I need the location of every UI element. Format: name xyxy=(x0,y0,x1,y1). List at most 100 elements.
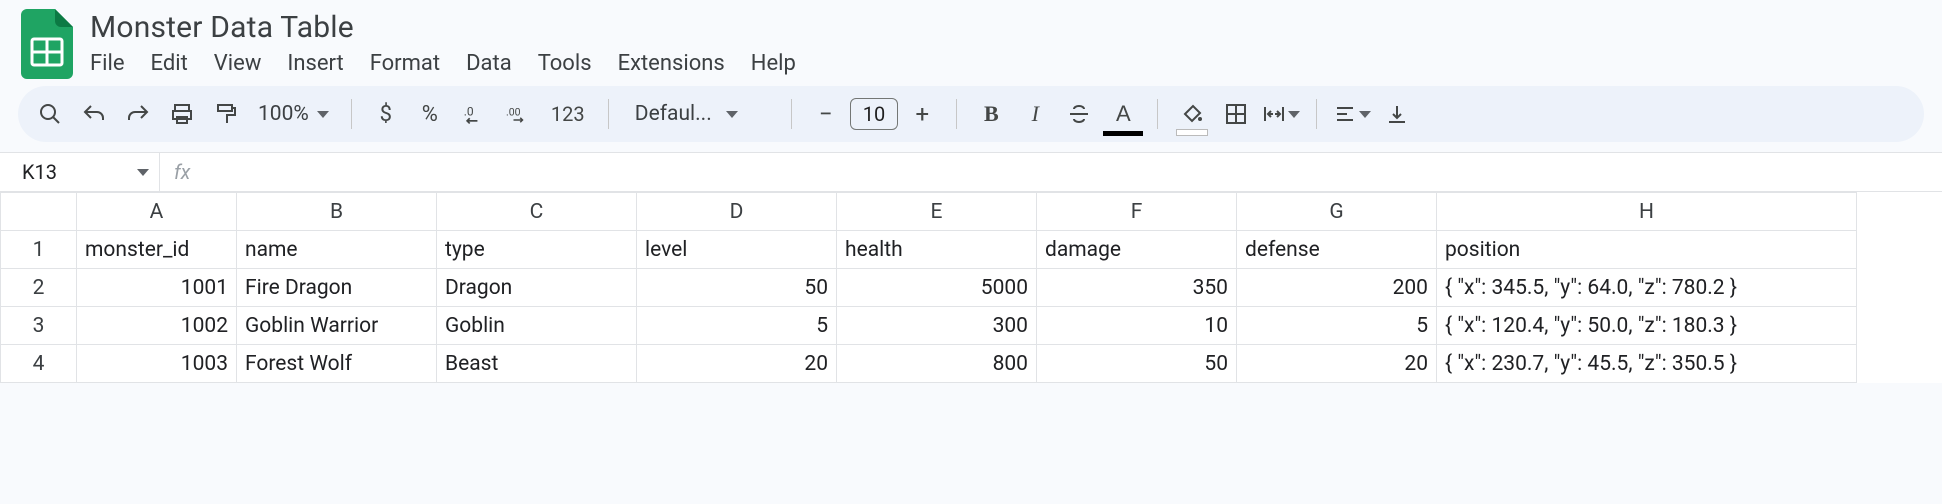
table-row: 4 1003 Forest Wolf Beast 20 800 50 20 { … xyxy=(1,345,1857,383)
col-header-H[interactable]: H xyxy=(1437,193,1857,231)
column-header-row: A B C D E F G H xyxy=(1,193,1857,231)
cell[interactable]: Beast xyxy=(437,345,637,383)
table-row: 1 monster_id name type level health dama… xyxy=(1,231,1857,269)
borders-button[interactable] xyxy=(1218,96,1254,132)
decrease-font-size-button[interactable]: − xyxy=(808,96,844,132)
cell[interactable]: Dragon xyxy=(437,269,637,307)
print-button[interactable] xyxy=(164,96,200,132)
app-logo[interactable] xyxy=(18,8,76,80)
row-header[interactable]: 2 xyxy=(1,269,77,307)
merge-cells-button[interactable] xyxy=(1262,96,1300,132)
strikethrough-button[interactable] xyxy=(1061,96,1097,132)
col-header-C[interactable]: C xyxy=(437,193,637,231)
table-row: 3 1002 Goblin Warrior Goblin 5 300 10 5 … xyxy=(1,307,1857,345)
menu-format[interactable]: Format xyxy=(370,51,440,76)
increase-decimal-icon: .00 xyxy=(506,102,530,126)
cell-reference: K13 xyxy=(22,160,57,184)
menu-insert[interactable]: Insert xyxy=(287,51,343,76)
col-header-F[interactable]: F xyxy=(1037,193,1237,231)
cell[interactable]: { "x": 120.4, "y": 50.0, "z": 180.3 } xyxy=(1437,307,1857,345)
cell[interactable]: health xyxy=(837,231,1037,269)
cell[interactable]: defense xyxy=(1237,231,1437,269)
increase-decimal-button[interactable]: .00 xyxy=(500,96,536,132)
cell[interactable]: 1002 xyxy=(77,307,237,345)
cell[interactable]: damage xyxy=(1037,231,1237,269)
menu-file[interactable]: File xyxy=(90,51,125,76)
cell[interactable]: 5 xyxy=(637,307,837,345)
cell[interactable]: 50 xyxy=(1037,345,1237,383)
horizontal-align-button[interactable] xyxy=(1333,96,1371,132)
search-button[interactable] xyxy=(32,96,68,132)
strikethrough-icon xyxy=(1067,102,1091,126)
font-select[interactable]: Defaul... xyxy=(625,102,775,126)
cell[interactable]: 800 xyxy=(837,345,1037,383)
cell[interactable]: 200 xyxy=(1237,269,1437,307)
cell[interactable]: level xyxy=(637,231,837,269)
col-header-D[interactable]: D xyxy=(637,193,837,231)
row-header[interactable]: 4 xyxy=(1,345,77,383)
cell[interactable]: position xyxy=(1437,231,1857,269)
chevron-down-icon xyxy=(726,111,738,118)
cell[interactable]: 50 xyxy=(637,269,837,307)
cell[interactable]: { "x": 345.5, "y": 64.0, "z": 780.2 } xyxy=(1437,269,1857,307)
decrease-decimal-button[interactable]: .0 xyxy=(456,96,492,132)
col-header-A[interactable]: A xyxy=(77,193,237,231)
cell[interactable]: 5 xyxy=(1237,307,1437,345)
cell[interactable]: 300 xyxy=(837,307,1037,345)
cell[interactable]: Forest Wolf xyxy=(237,345,437,383)
col-header-B[interactable]: B xyxy=(237,193,437,231)
zoom-select[interactable]: 100% xyxy=(252,102,335,126)
cell[interactable]: monster_id xyxy=(77,231,237,269)
document-title[interactable]: Monster Data Table xyxy=(90,8,796,45)
menu-extensions[interactable]: Extensions xyxy=(618,51,725,76)
fill-color-button[interactable] xyxy=(1174,96,1210,132)
redo-button[interactable] xyxy=(120,96,156,132)
col-header-E[interactable]: E xyxy=(837,193,1037,231)
row-header[interactable]: 1 xyxy=(1,231,77,269)
chevron-down-icon xyxy=(1359,111,1371,118)
text-color-button[interactable]: A xyxy=(1105,96,1141,132)
undo-button[interactable] xyxy=(76,96,112,132)
name-box[interactable]: K13 xyxy=(0,153,160,191)
menu-edit[interactable]: Edit xyxy=(151,51,188,76)
cell[interactable]: type xyxy=(437,231,637,269)
cell[interactable]: 10 xyxy=(1037,307,1237,345)
increase-font-size-button[interactable]: + xyxy=(904,96,940,132)
divider xyxy=(1316,99,1317,129)
cell[interactable]: 1003 xyxy=(77,345,237,383)
cell[interactable]: 20 xyxy=(637,345,837,383)
cell[interactable]: Goblin xyxy=(437,307,637,345)
cell[interactable]: 1001 xyxy=(77,269,237,307)
font-size-input[interactable]: 10 xyxy=(850,98,898,130)
divider xyxy=(351,99,352,129)
row-header[interactable]: 3 xyxy=(1,307,77,345)
cell[interactable]: 350 xyxy=(1037,269,1237,307)
chevron-down-icon xyxy=(1288,111,1300,118)
menu-tools[interactable]: Tools xyxy=(538,51,592,76)
cell[interactable]: name xyxy=(237,231,437,269)
col-header-G[interactable]: G xyxy=(1237,193,1437,231)
currency-button[interactable]: $ xyxy=(368,96,404,132)
bold-button[interactable]: B xyxy=(973,96,1009,132)
spreadsheet-grid[interactable]: A B C D E F G H 1 monster_id name type l… xyxy=(0,192,1942,383)
paint-format-button[interactable] xyxy=(208,96,244,132)
select-all-corner[interactable] xyxy=(1,193,77,231)
font-size-group: − 10 + xyxy=(808,96,940,132)
menu-help[interactable]: Help xyxy=(751,51,796,76)
cell[interactable]: Fire Dragon xyxy=(237,269,437,307)
cell[interactable]: 5000 xyxy=(837,269,1037,307)
menu-view[interactable]: View xyxy=(214,51,262,76)
search-icon xyxy=(38,102,62,126)
formula-input[interactable] xyxy=(200,160,1800,185)
cell[interactable]: { "x": 230.7, "y": 45.5, "z": 350.5 } xyxy=(1437,345,1857,383)
divider xyxy=(608,99,609,129)
vertical-align-button[interactable] xyxy=(1379,96,1415,132)
cell[interactable]: Goblin Warrior xyxy=(237,307,437,345)
cell[interactable]: 20 xyxy=(1237,345,1437,383)
chevron-down-icon xyxy=(137,169,149,176)
italic-button[interactable]: I xyxy=(1017,96,1053,132)
menu-data[interactable]: Data xyxy=(466,51,512,76)
number-format-button[interactable]: 123 xyxy=(544,96,592,132)
divider xyxy=(791,99,792,129)
percent-button[interactable]: % xyxy=(412,96,448,132)
